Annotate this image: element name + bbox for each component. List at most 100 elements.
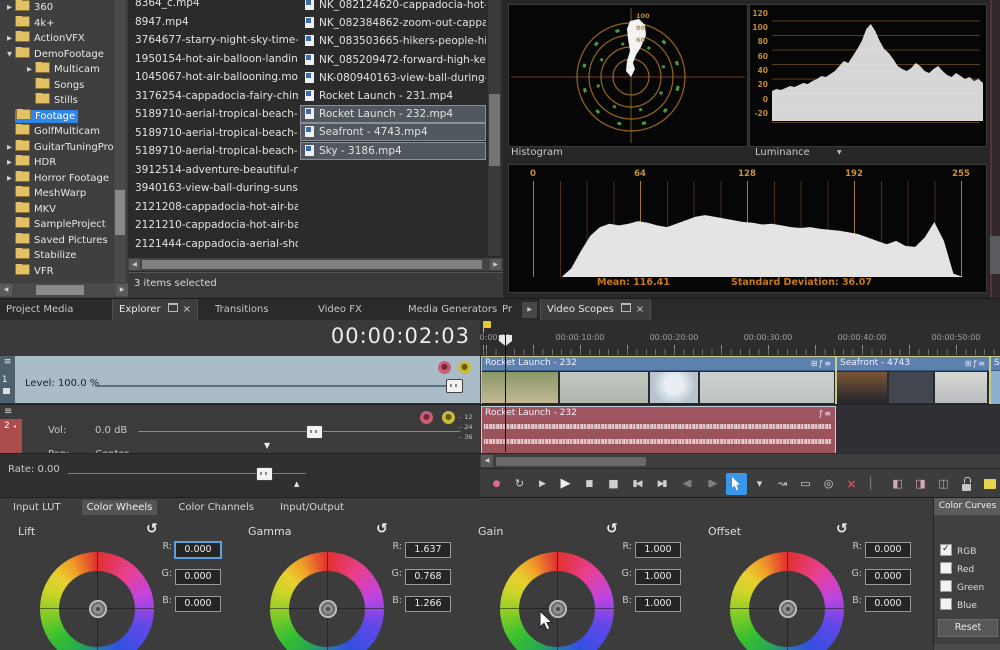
expander-icon[interactable]: ▶	[4, 171, 15, 187]
fade-in-icon[interactable]: ◧	[887, 473, 908, 495]
tab-video-scopes[interactable]: Video Scopes×	[540, 299, 651, 321]
file-list-item[interactable]: Rocket Launch - 231.mp4	[300, 87, 486, 105]
file-list-item[interactable]: 1950154-hot-air-balloon-landin...	[130, 50, 298, 69]
wheel-puck[interactable]	[319, 600, 337, 618]
folder-tree-item[interactable]: MeshWarp	[0, 186, 128, 202]
collapse-arrow-icon[interactable]: ◂	[13, 423, 16, 430]
folder-tree-item[interactable]: Footage	[0, 109, 128, 125]
r-value-field[interactable]: 0.000	[175, 542, 221, 558]
close-icon[interactable]: ×	[183, 304, 191, 315]
file-list-item[interactable]: 5189710-aerial-tropical-beach-b...	[130, 124, 298, 143]
filelist-hscrollbar-thumb[interactable]	[142, 260, 482, 269]
tab-explorer[interactable]: Explorer×	[112, 299, 198, 321]
g-value-field[interactable]: 0.000	[865, 569, 911, 585]
solo-button[interactable]	[442, 411, 455, 424]
file-list-item[interactable]: 2121208-cappadocia-hot-air-bal...	[130, 198, 298, 217]
wheel-puck[interactable]	[779, 600, 797, 618]
channel-checkbox-row[interactable]: Green	[940, 580, 984, 598]
g-value-field[interactable]: 0.768	[405, 569, 451, 585]
file-list-item[interactable]: 2121444-cappadocia-aerial-shot...	[130, 235, 298, 254]
r-value-field[interactable]: 1.000	[635, 542, 681, 558]
reset-icon[interactable]: ↺	[376, 521, 388, 537]
scroll-left-icon[interactable]: ◀	[0, 284, 12, 296]
folder-tree-item[interactable]: ▶ActionVFX	[0, 31, 128, 47]
color-curves-title[interactable]: Color Curves	[934, 498, 1000, 515]
clip-menu-icon[interactable]: ≡	[824, 409, 833, 418]
play-from-start-icon[interactable]: ▶	[532, 473, 553, 495]
folder-tree-item[interactable]: ▶Horror Footage	[0, 171, 128, 187]
close-icon[interactable]: ×	[636, 304, 644, 315]
file-list-item[interactable]: 5189710-aerial-tropical-beach-b...	[130, 105, 298, 124]
file-list-item[interactable]: 2121210-cappadocia-hot-air-bal...	[130, 216, 298, 235]
expander-icon[interactable]: ▶	[4, 155, 15, 171]
video-track-strip[interactable]: ≡ 1	[0, 356, 15, 403]
mute-button[interactable]	[438, 361, 451, 374]
file-list-item[interactable]: NK_082384862-zoom-out-cappadocia-...	[300, 14, 486, 32]
grading-tab[interactable]: Input/Output	[275, 500, 349, 515]
track-menu-icon[interactable]: ≡	[0, 357, 15, 367]
envelope-tool-icon[interactable]: ↝	[772, 473, 793, 495]
loop-playback-icon[interactable]: ↻	[509, 473, 530, 495]
file-list-item[interactable]: 8947.mp4	[130, 13, 298, 32]
file-list-item[interactable]: 5189710-aerial-tropical-beach-b...	[130, 142, 298, 161]
go-to-start-icon[interactable]: ▮◀	[626, 473, 649, 495]
folder-tree-item[interactable]: Stills	[0, 93, 128, 109]
b-value-field[interactable]: 0.000	[865, 596, 911, 612]
reset-icon[interactable]: ↺	[606, 521, 618, 537]
expander-icon[interactable]: ▶	[24, 62, 35, 78]
video-clip-rocket-launch[interactable]: Rocket Launch - 232 ⊞ƒ≡	[481, 356, 836, 404]
b-value-field[interactable]: 0.000	[175, 596, 221, 612]
level-slider-handle[interactable]	[446, 379, 463, 393]
tool-dropdown-icon[interactable]: ▾	[749, 473, 770, 495]
rate-slider-handle[interactable]	[256, 467, 273, 481]
prev-frame-icon[interactable]: ◀▮	[676, 473, 699, 495]
scroll-left-icon[interactable]: ◀	[481, 455, 493, 467]
checkbox-icon[interactable]	[940, 562, 952, 574]
play-icon[interactable]: ▶	[555, 473, 576, 495]
playhead-line[interactable]	[505, 332, 506, 452]
tree-horizontal-scrollbar[interactable]: ◀ ▶	[0, 283, 128, 297]
grading-tab[interactable]: Color Channels	[173, 500, 259, 515]
b-value-field[interactable]: 1.000	[635, 596, 681, 612]
window-icon[interactable]	[168, 303, 178, 312]
lock-icon[interactable]	[956, 473, 977, 495]
video-clip-seafront[interactable]: Seafront - 4743 ⊞ƒ≡	[836, 356, 990, 404]
grading-tab[interactable]: Color Wheels	[82, 500, 158, 515]
record-icon[interactable]: ●	[486, 473, 507, 495]
file-list-item[interactable]: 3764677-starry-night-sky-time-l...	[130, 31, 298, 50]
folder-tree-item[interactable]: Saved Pictures	[0, 233, 128, 249]
tab-overflow-icon[interactable]: ▶	[522, 302, 537, 318]
tab-media-generators[interactable]: Media Generators	[408, 299, 497, 321]
file-list-item[interactable]: Rocket Launch - 232.mp4	[300, 105, 486, 123]
file-list-item[interactable]: 3940163-view-ball-during-sunse...	[130, 179, 298, 198]
pause-icon[interactable]: ▮▮	[578, 473, 601, 495]
fade-out-icon[interactable]: ◨	[910, 473, 931, 495]
timeline-marker-flag[interactable]	[483, 321, 491, 328]
folder-tree-item[interactable]: GolfMulticam	[0, 124, 128, 140]
go-to-end-icon[interactable]: ▶▮	[651, 473, 674, 495]
level-slider[interactable]	[95, 385, 455, 387]
folder-tree-item[interactable]: Stabilize	[0, 248, 128, 264]
file-list-item[interactable]: 8364_c.mp4	[130, 0, 298, 13]
tree-hscrollbar-thumb[interactable]	[36, 285, 84, 295]
expander-icon[interactable]: ▶	[4, 31, 15, 47]
file-list-item[interactable]: NK_082124620-cappadocia-hot-air-bal...	[300, 0, 486, 14]
zoom-tool-icon[interactable]: ◎	[818, 473, 839, 495]
scroll-right-icon[interactable]: ▶	[490, 259, 501, 270]
normal-edit-tool-icon[interactable]	[726, 473, 747, 495]
folder-tree-item[interactable]: ▶HDR	[0, 155, 128, 171]
expander-icon[interactable]: ▶	[4, 0, 15, 16]
r-value-field[interactable]: 1.637	[405, 542, 451, 558]
expander-icon[interactable]: ▶	[4, 140, 15, 156]
expander-icon[interactable]: ▼	[4, 47, 15, 63]
folder-tree-item[interactable]: ▶360	[0, 0, 128, 16]
filelist-vertical-scrollbar[interactable]	[488, 0, 501, 256]
timeline-ruler[interactable]: 00:00:00:0000:00:10:0000:00:20:0000:00:3…	[480, 320, 1000, 357]
dock-divider-handle[interactable]	[990, 236, 1000, 274]
tree-vertical-scrollbar[interactable]	[114, 0, 126, 282]
vol-value[interactable]: 0.0 dB	[95, 425, 127, 436]
reset-icon[interactable]: ↺	[836, 521, 848, 537]
marker-icon[interactable]	[979, 473, 1000, 495]
folder-tree-item[interactable]: SampleProject	[0, 217, 128, 233]
timeline-horizontal-scrollbar[interactable]: ◀	[480, 453, 1000, 469]
